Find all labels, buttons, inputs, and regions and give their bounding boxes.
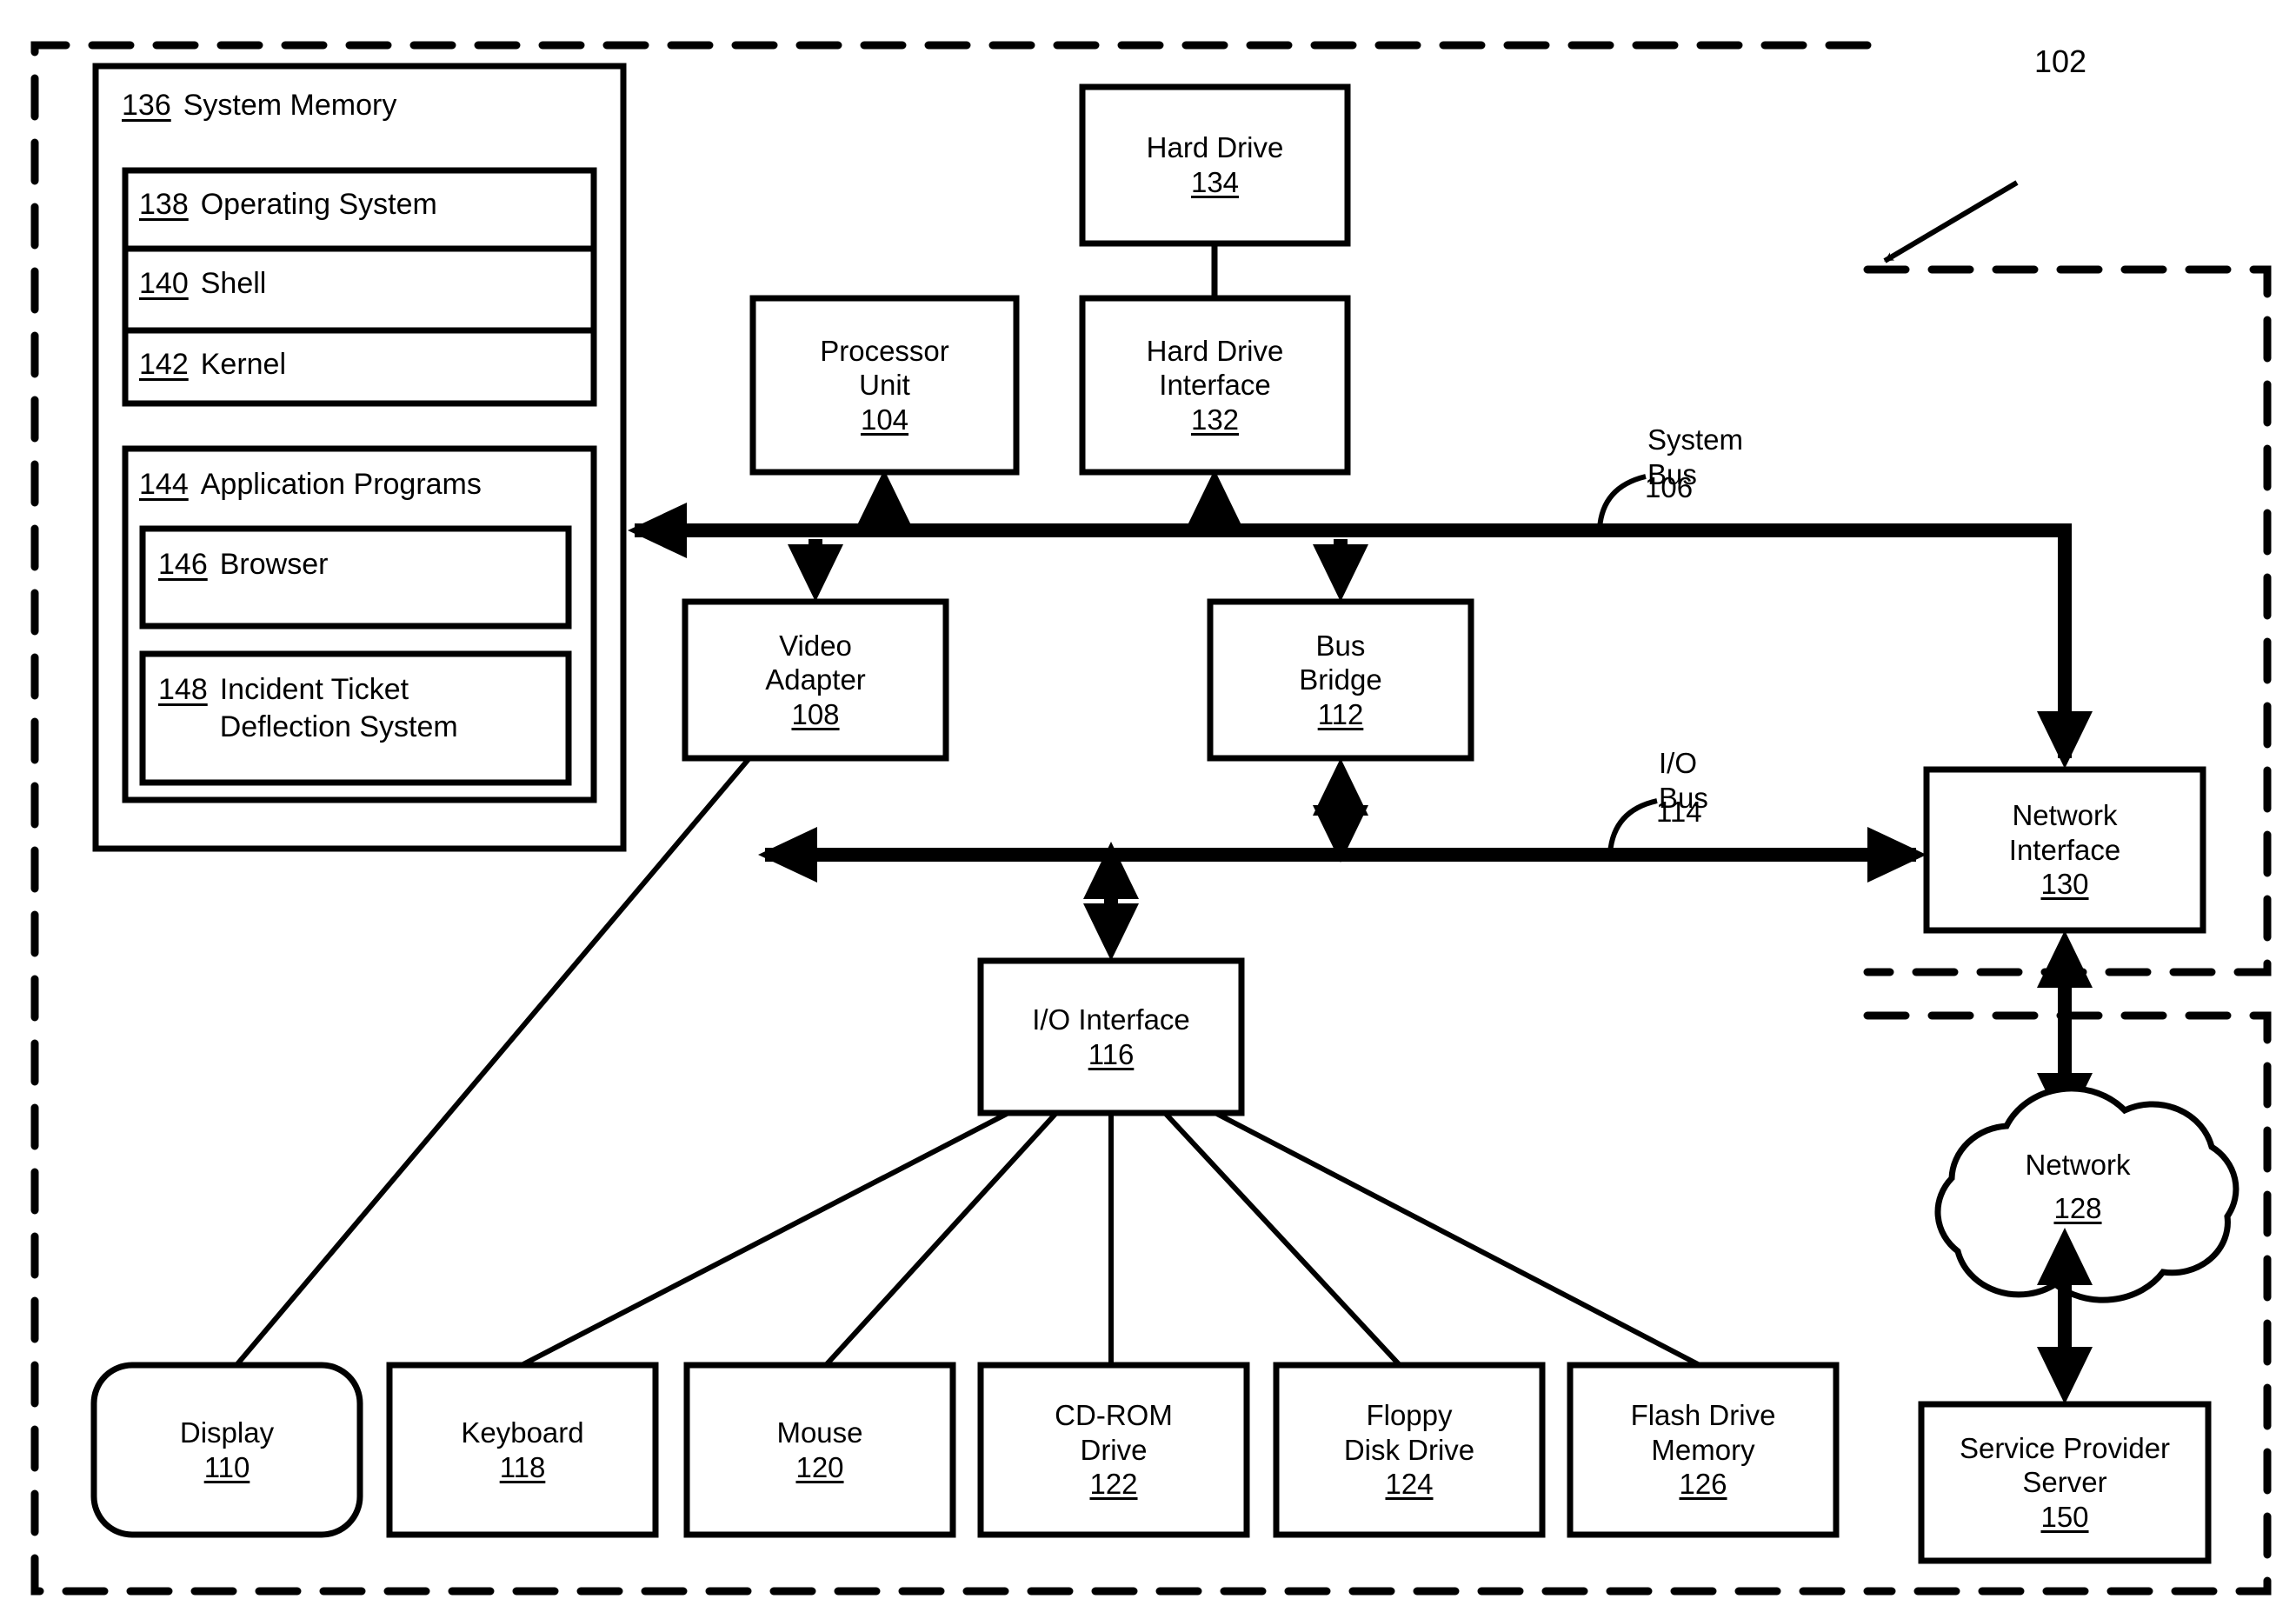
io-bus-right-arrow bbox=[1867, 827, 1927, 883]
keyboard-text: Keyboard 118 bbox=[389, 1365, 656, 1535]
service-provider-ref: 150 bbox=[2040, 1500, 2089, 1533]
bus-bridge-label: Bus Bridge bbox=[1299, 629, 1382, 696]
browser-label: Browser bbox=[219, 548, 329, 581]
hard-drive-ref: 134 bbox=[1190, 166, 1240, 198]
video-adapter-text: Video Adapter 108 bbox=[685, 602, 946, 758]
operating-system-label: Operating System bbox=[200, 188, 437, 221]
system-memory-ref: 136 bbox=[122, 89, 171, 122]
shell-label: Shell bbox=[200, 267, 267, 300]
hard-drive-text: Hard Drive 134 bbox=[1082, 87, 1348, 243]
kernel-ref: 142 bbox=[139, 348, 189, 381]
incident-ticket-row: 148 Incident Ticket Deflection System bbox=[158, 671, 567, 745]
network-interface-ref: 130 bbox=[2040, 868, 2089, 901]
bus-to-video-adapter-arrow bbox=[788, 544, 843, 602]
processor-unit-text: Processor Unit 104 bbox=[753, 298, 1016, 472]
hard-drive-interface-text: Hard Drive Interface 132 bbox=[1082, 298, 1348, 472]
system-bus-left-arrow bbox=[628, 503, 687, 558]
network-ref: 128 bbox=[2053, 1192, 2102, 1224]
ref-106-leader bbox=[1597, 474, 1647, 530]
ref-102-leader bbox=[1883, 180, 2019, 263]
cdrom-label: CD-ROM Drive bbox=[1055, 1399, 1173, 1466]
mouse-label: Mouse bbox=[776, 1416, 863, 1449]
processor-unit-ref: 104 bbox=[860, 403, 909, 436]
video-adapter-ref: 108 bbox=[791, 697, 840, 730]
io-bus-ref: 114 bbox=[1656, 796, 1702, 828]
io-interface-label: I/O Interface bbox=[1032, 1003, 1190, 1036]
browser-row: 146 Browser bbox=[158, 546, 567, 583]
ref-102-label: 102 bbox=[2034, 43, 2087, 79]
mouse-ref: 120 bbox=[795, 1450, 844, 1483]
system-memory-title: 136 System Memory bbox=[122, 87, 609, 124]
floppy-label: Floppy Disk Drive bbox=[1343, 1399, 1475, 1466]
operating-system-ref: 138 bbox=[139, 188, 189, 221]
system-bus-ref: 106 bbox=[1645, 471, 1694, 503]
operating-system-row: 138 Operating System bbox=[139, 186, 591, 223]
keyboard-ref: 118 bbox=[499, 1450, 546, 1483]
io-interface-ref: 116 bbox=[1088, 1037, 1135, 1070]
floppy-ref: 124 bbox=[1385, 1468, 1434, 1501]
processor-unit-label: Processor Unit bbox=[820, 334, 949, 402]
mouse-text: Mouse 120 bbox=[687, 1365, 953, 1535]
service-provider-label: Service Provider Server bbox=[1959, 1431, 2171, 1499]
bus-to-bus-bridge-arrow bbox=[1313, 544, 1368, 602]
io-interface-arrow bbox=[1083, 903, 1139, 961]
kernel-label: Kernel bbox=[200, 348, 287, 381]
flash-label: Flash Drive Memory bbox=[1630, 1399, 1776, 1466]
kernel-row: 142 Kernel bbox=[139, 346, 591, 383]
io-line-flash bbox=[1214, 1110, 1701, 1368]
bus-bridge-ref: 112 bbox=[1317, 697, 1364, 730]
bus-to-processor-arrow bbox=[856, 470, 912, 527]
system-bus-nic-arrow bbox=[2037, 711, 2093, 769]
display-ref: 110 bbox=[203, 1450, 250, 1483]
incident-ticket-ref: 148 bbox=[158, 673, 208, 706]
display-text: Display 110 bbox=[94, 1365, 360, 1535]
io-interface-text: I/O Interface 116 bbox=[981, 961, 1241, 1113]
bus-bridge-text: Bus Bridge 112 bbox=[1210, 602, 1471, 758]
io-line-keyboard bbox=[520, 1110, 1010, 1368]
network-label: Network bbox=[2025, 1149, 2131, 1182]
shell-ref: 140 bbox=[139, 267, 189, 300]
figure-canvas: 102 136 System Memory 138 Operating Syst… bbox=[0, 0, 2296, 1619]
io-bus-left-arrow bbox=[758, 827, 817, 883]
cdrom-text: CD-ROM Drive 122 bbox=[981, 1365, 1247, 1535]
flash-text: Flash Drive Memory 126 bbox=[1570, 1365, 1836, 1535]
hard-drive-interface-ref: 132 bbox=[1190, 403, 1240, 436]
floppy-text: Floppy Disk Drive 124 bbox=[1276, 1365, 1542, 1535]
service-provider-text: Service Provider Server 150 bbox=[1921, 1404, 2208, 1561]
cdrom-ref: 122 bbox=[1089, 1468, 1138, 1501]
io-line-floppy bbox=[1162, 1110, 1402, 1368]
browser-ref: 146 bbox=[158, 548, 208, 581]
display-label: Display bbox=[179, 1416, 275, 1449]
application-programs-row: 144 Application Programs bbox=[139, 466, 609, 503]
incident-ticket-label: Incident Ticket Deflection System bbox=[219, 673, 458, 743]
system-memory-label: System Memory bbox=[183, 89, 397, 122]
network-interface-label: Network Interface bbox=[2008, 799, 2121, 866]
ref-114-leader bbox=[1607, 798, 1658, 854]
hard-drive-label: Hard Drive bbox=[1146, 131, 1284, 164]
network-text: Network 128 bbox=[1952, 1117, 2204, 1256]
hard-drive-interface-label: Hard Drive Interface bbox=[1146, 334, 1284, 402]
flash-ref: 126 bbox=[1679, 1468, 1727, 1501]
keyboard-label: Keyboard bbox=[461, 1416, 584, 1449]
network-sps-arrow bbox=[2037, 1347, 2093, 1404]
bus-to-hd-interface-arrow bbox=[1187, 470, 1242, 527]
application-programs-label: Application Programs bbox=[200, 468, 482, 501]
application-programs-ref: 144 bbox=[139, 468, 189, 501]
video-adapter-label: Video Adapter bbox=[765, 629, 866, 696]
network-interface-text: Network Interface 130 bbox=[1927, 770, 2203, 930]
shell-row: 140 Shell bbox=[139, 265, 591, 303]
